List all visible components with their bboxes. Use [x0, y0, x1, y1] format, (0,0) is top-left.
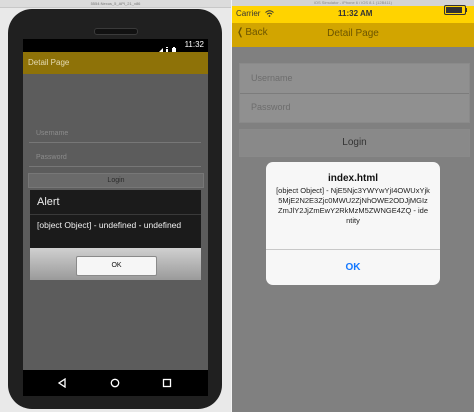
- alert-message: [object Object] - NjE5Njc3YWYwYjI4OWUxYj…: [276, 186, 430, 225]
- username-placeholder: Username: [251, 73, 293, 83]
- ios-login-form: Username Password: [239, 63, 470, 123]
- alert-ok-button[interactable]: OK: [266, 250, 440, 285]
- wifi-icon: [264, 10, 274, 17]
- android-status-time: 11:32: [184, 40, 204, 49]
- home-circle-icon[interactable]: [110, 378, 120, 388]
- ios-nav-bar: ❮ Back Detail Page: [232, 23, 474, 47]
- android-action-bar: Detail Page: [23, 52, 208, 74]
- alert-title: index.html: [327, 173, 378, 184]
- ios-alert-dialog: index.html [object Object] - NjE5Njc3YWY…: [266, 162, 440, 285]
- ios-username-input[interactable]: Username: [240, 64, 469, 93]
- alert-divider: [30, 214, 201, 215]
- ios-simulator-window: iOS Simulator - iPhone 6 / iOS 8.1 (12B4…: [232, 0, 474, 412]
- carrier-label: Carrier: [236, 9, 274, 18]
- android-password-input[interactable]: Password: [29, 150, 201, 167]
- android-content: Username Password Login Alert [object Ob…: [23, 74, 208, 370]
- alert-button-bar: OK: [30, 248, 201, 280]
- android-window-title: 5554:Nexus_5_API_21_x86: [0, 0, 231, 8]
- android-login-button[interactable]: Login: [28, 173, 204, 188]
- carrier-text: Carrier: [236, 9, 261, 18]
- ios-status-bar: Carrier 11:32 AM: [232, 6, 474, 23]
- ios-login-button[interactable]: Login: [239, 129, 470, 157]
- password-placeholder: Password: [251, 102, 291, 112]
- android-emulator-window: 5554:Nexus_5_API_21_x86 11:32 Detail Pag…: [0, 0, 231, 412]
- ios-time: 11:32 AM: [338, 9, 373, 18]
- android-screen: 11:32 Detail Page Username Password Logi…: [23, 39, 208, 370]
- android-status-bar: 11:32: [23, 39, 208, 54]
- battery-tip: [465, 8, 467, 12]
- android-nav-bar: [23, 370, 208, 396]
- android-alert-dialog: Alert [object Object] - undefined - unde…: [30, 190, 201, 280]
- recent-apps-icon[interactable]: [162, 378, 172, 388]
- android-username-input[interactable]: Username: [29, 126, 201, 143]
- ios-page-title: Detail Page: [327, 28, 379, 39]
- username-placeholder: Username: [36, 130, 69, 137]
- android-page-title: Detail Page: [28, 58, 70, 67]
- back-triangle-icon[interactable]: [57, 378, 67, 388]
- battery-icon: [444, 5, 466, 15]
- ios-password-input[interactable]: Password: [240, 93, 469, 122]
- battery-fill: [446, 7, 462, 13]
- alert-message: [object Object] - undefined - undefined: [37, 220, 182, 230]
- status-icons: [156, 42, 182, 54]
- alert-ok-button[interactable]: OK: [76, 256, 157, 276]
- password-placeholder: Password: [36, 154, 67, 161]
- alert-title: Alert: [37, 196, 60, 208]
- speaker-grille: [94, 28, 138, 35]
- ios-content: Username Password Login index.html [obje…: [232, 47, 474, 412]
